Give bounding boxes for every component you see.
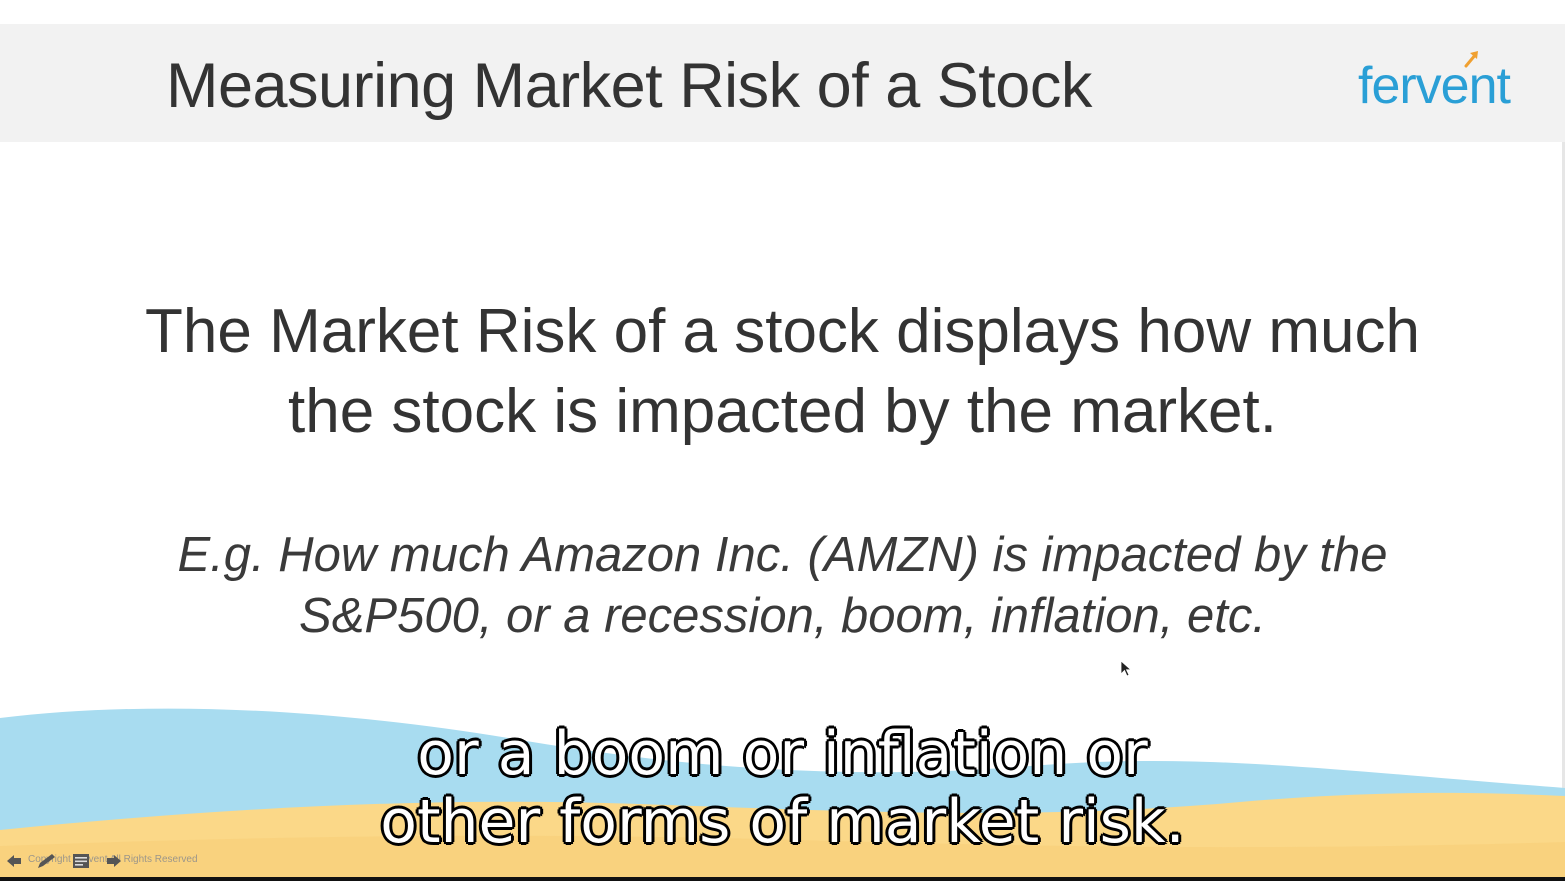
pen-icon[interactable]: [36, 853, 58, 869]
cursor-icon: [1120, 660, 1133, 677]
bottom-border: [0, 877, 1565, 881]
notes-icon[interactable]: [72, 853, 90, 869]
top-strip: [0, 0, 1565, 24]
video-subtitle: or a boom or inflation or other forms of…: [0, 720, 1565, 856]
subtitle-line-1: or a boom or inflation or: [417, 719, 1148, 789]
slide-controls: Copyright Fervent All Rights Reserved: [6, 851, 246, 871]
arrow-right-icon[interactable]: [106, 853, 122, 869]
subtitle-line-2: other forms of market risk.: [380, 787, 1185, 857]
logo-arrow-icon: [1464, 51, 1478, 68]
arrow-left-icon[interactable]: [6, 853, 22, 869]
example-statement: E.g. How much Amazon Inc. (AMZN) is impa…: [177, 528, 1388, 643]
main-statement: The Market Risk of a stock displays how …: [145, 297, 1420, 446]
slide: Measuring Market Risk of a Stock fervent…: [0, 0, 1565, 881]
fervent-logo: fervent: [1358, 48, 1548, 118]
slide-title: Measuring Market Risk of a Stock: [166, 51, 1092, 121]
logo-text: fervent: [1358, 57, 1511, 115]
